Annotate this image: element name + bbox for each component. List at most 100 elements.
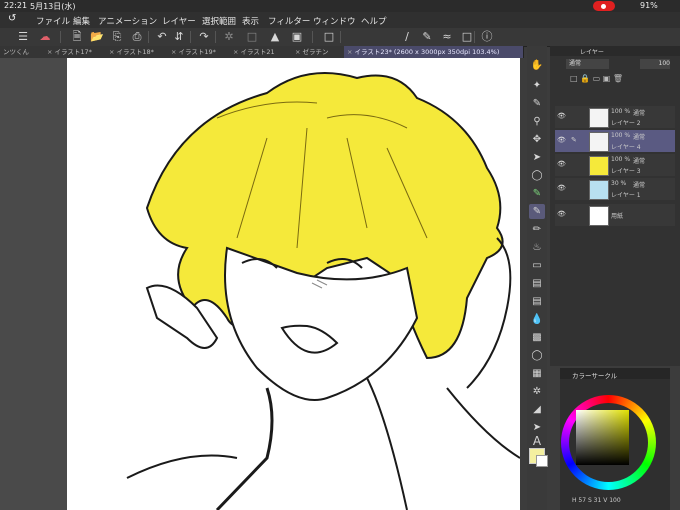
ruler-line-icon[interactable]: ◢: [529, 402, 545, 417]
eye-icon[interactable]: 👁: [557, 136, 566, 144]
layer-thumbnail: [589, 132, 609, 152]
eye-icon[interactable]: 👁: [557, 160, 566, 168]
help-icon[interactable]: ⓘ: [480, 30, 494, 44]
menu-help[interactable]: ヘルプ: [361, 15, 387, 27]
droplet-icon[interactable]: 💧: [529, 312, 545, 327]
undo-icon[interactable]: ↶: [155, 30, 169, 44]
redo-icon[interactable]: ⇵: [172, 30, 186, 44]
menu-file[interactable]: ファイル: [36, 15, 70, 27]
layer-name: レイヤー 3: [611, 168, 641, 175]
redo-arrow-icon[interactable]: ↷: [197, 30, 211, 44]
fill-icon[interactable]: ▲: [268, 30, 282, 44]
clip-icon[interactable]: ▭: [593, 74, 601, 83]
menu-icon[interactable]: ☰: [16, 30, 30, 44]
tab-active-doc[interactable]: × イラスト23* (2600 x 3000px 350dpi 103.4%): [344, 46, 524, 58]
layer-row[interactable]: 👁 100 % 通常 レイヤー 2: [555, 106, 675, 128]
pen-ruler-icon[interactable]: ∕: [400, 30, 414, 44]
menu-view[interactable]: 表示: [242, 15, 259, 27]
color-square[interactable]: [576, 410, 629, 465]
tab-doc[interactable]: × ゼラチン: [292, 46, 346, 58]
layer-opacity: 100 %: [611, 132, 631, 139]
tab-label: ンツくん: [3, 48, 29, 56]
status-bar: 22:21 5月13日(水) 91%: [0, 0, 680, 12]
text-icon[interactable]: A: [529, 434, 545, 449]
delete-icon[interactable]: 🗑: [613, 74, 623, 83]
close-icon[interactable]: ×: [347, 48, 352, 56]
transform-icon[interactable]: ▣: [290, 30, 304, 44]
open-icon[interactable]: 📂: [90, 30, 104, 44]
sub-color-swatch[interactable]: [536, 455, 548, 467]
tab-label: イラスト21: [240, 48, 275, 56]
clear-icon[interactable]: □: [245, 30, 259, 44]
layer-row[interactable]: 👁 30 % 通常 レイヤー 1: [555, 178, 675, 200]
pen-icon[interactable]: ✎: [529, 204, 545, 219]
eye-icon[interactable]: 👁: [557, 112, 566, 120]
ruler-icon[interactable]: □: [322, 30, 336, 44]
layer-row[interactable]: 👁 100 % 通常 レイヤー 3: [555, 154, 675, 176]
operation-icon[interactable]: ➤: [529, 150, 545, 165]
status-battery: 91%: [640, 1, 658, 10]
shape-icon[interactable]: ◯: [529, 348, 545, 363]
menu-animation[interactable]: アニメーション: [98, 15, 157, 27]
document-tabs: ンツくん × イラスト17* × イラスト18* × イラスト19* × イラスト21 …: [0, 46, 524, 58]
hand-icon[interactable]: ✋: [529, 58, 545, 73]
app-logo-icon: ↺: [8, 13, 17, 24]
eyedropper-icon[interactable]: ✎: [529, 96, 545, 111]
snap-icon[interactable]: □: [460, 30, 474, 44]
mask-icon[interactable]: ▣: [603, 74, 611, 83]
correction-icon[interactable]: ➤: [529, 420, 545, 435]
speech-bubble-icon[interactable]: ✲: [529, 384, 545, 399]
layer-row-selected[interactable]: 👁 ✎ 100 % 通常 レイヤー 4: [555, 130, 675, 152]
menu-filter[interactable]: フィルター: [268, 15, 310, 27]
brush-icon[interactable]: ♨: [529, 240, 545, 255]
cloud-icon[interactable]: ☁: [38, 30, 52, 44]
menu-window[interactable]: ウィンドウ: [313, 15, 356, 27]
blend-mode-select[interactable]: 通常: [566, 59, 609, 69]
layer-panel-header: レイヤー: [550, 46, 680, 56]
move-icon[interactable]: ✥: [529, 132, 545, 147]
lock-icon[interactable]: 🔒: [580, 74, 590, 83]
blend-icon[interactable]: ▤: [529, 276, 545, 291]
fill-bucket-icon[interactable]: ▤: [529, 294, 545, 309]
close-icon[interactable]: ×: [233, 48, 238, 56]
layer-opacity: 100 %: [611, 108, 631, 115]
new-file-icon[interactable]: 🗎: [70, 30, 84, 44]
close-icon[interactable]: ×: [109, 48, 114, 56]
save-icon[interactable]: ⎘: [110, 30, 124, 44]
tab-doc[interactable]: × イラスト17*: [44, 46, 108, 58]
drawing-canvas[interactable]: [67, 58, 520, 510]
layer-blend: 通常: [633, 110, 646, 117]
lasso-icon[interactable]: ◯: [529, 168, 545, 183]
frame-icon[interactable]: ▦: [529, 366, 545, 381]
close-icon[interactable]: ×: [171, 48, 176, 56]
layer-opacity: 30 %: [611, 180, 627, 187]
menu-bar: ↺ ファイル 編集 アニメーション レイヤー 選択範囲 表示 フィルター ウィン…: [0, 12, 680, 28]
pen-green-icon[interactable]: ✎: [529, 186, 545, 201]
eye-icon[interactable]: 👁: [557, 210, 566, 218]
zoom-icon[interactable]: ⚲: [529, 114, 545, 129]
eye-icon[interactable]: 👁: [557, 184, 566, 192]
smoothing-icon[interactable]: ≈: [440, 30, 454, 44]
new-layer-icon[interactable]: □: [570, 74, 578, 83]
menu-layer[interactable]: レイヤー: [162, 15, 196, 27]
rotate-icon[interactable]: ✲: [222, 30, 236, 44]
tab-doc[interactable]: × イラスト21: [230, 46, 294, 58]
opacity-field[interactable]: 100: [640, 59, 670, 69]
gradient-icon[interactable]: ▩: [529, 330, 545, 345]
eraser-icon[interactable]: ▭: [529, 258, 545, 273]
menu-selection[interactable]: 選択範囲: [202, 15, 236, 27]
tab-doc[interactable]: ンツくん: [0, 46, 46, 58]
tab-doc[interactable]: × イラスト19*: [168, 46, 232, 58]
tab-label: ゼラチン: [302, 48, 329, 56]
eyedropper-icon[interactable]: ✎: [420, 30, 434, 44]
tab-doc[interactable]: × イラスト18*: [106, 46, 170, 58]
layer-blend: 通常: [633, 158, 646, 165]
magic-wand-icon[interactable]: ✦: [529, 78, 545, 93]
menu-edit[interactable]: 編集: [73, 15, 90, 27]
layer-row[interactable]: 👁 用紙: [555, 204, 675, 226]
close-icon[interactable]: ×: [47, 48, 52, 56]
close-icon[interactable]: ×: [295, 48, 300, 56]
pencil-icon[interactable]: ✏: [529, 222, 545, 237]
status-date: 5月13日(水): [30, 2, 76, 11]
print-icon[interactable]: ⎙: [130, 30, 144, 44]
